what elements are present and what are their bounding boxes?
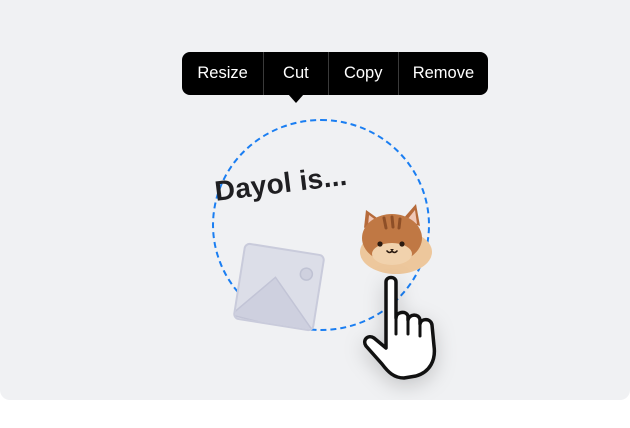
remove-menu-item[interactable]: Remove — [399, 52, 488, 95]
cut-menu-item[interactable]: Cut — [264, 52, 327, 95]
context-menu-pointer — [288, 94, 304, 103]
canvas-area[interactable]: Resize Cut Copy Remove Dayol is... — [0, 0, 630, 400]
copy-menu-item[interactable]: Copy — [329, 52, 398, 95]
resize-menu-item[interactable]: Resize — [182, 52, 263, 95]
image-placeholder-icon[interactable] — [232, 242, 326, 332]
context-menu: Resize Cut Copy Remove — [182, 52, 488, 95]
hand-pointer-icon — [360, 272, 460, 384]
cat-sticker[interactable] — [358, 198, 438, 278]
